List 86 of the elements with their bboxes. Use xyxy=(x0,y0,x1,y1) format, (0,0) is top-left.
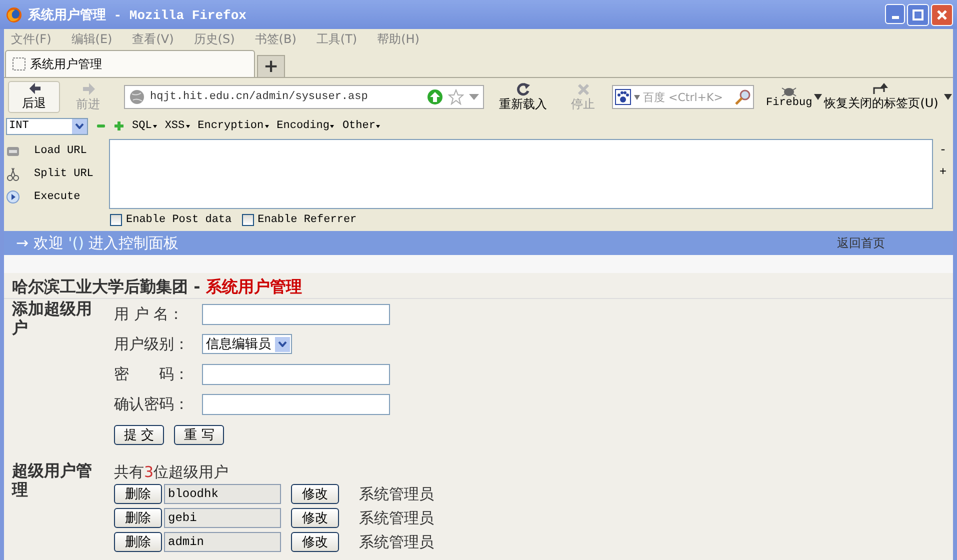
input-field[interactable] xyxy=(202,364,390,384)
dropdown-icon[interactable] xyxy=(814,94,822,100)
edit-button[interactable]: 修改 xyxy=(291,508,339,528)
menu-button[interactable]: Encoding xyxy=(276,120,334,132)
firebug-button[interactable]: Firebug xyxy=(766,85,812,109)
type-select[interactable]: INT xyxy=(6,118,88,134)
field-label: 用 户 名： xyxy=(114,304,185,324)
dropdown-icon xyxy=(634,94,640,100)
dropdown-icon xyxy=(186,124,190,128)
section-title: 添加超级用户 xyxy=(12,299,93,339)
chevron-down-icon xyxy=(278,341,287,347)
close-icon xyxy=(936,8,948,20)
search-icon xyxy=(735,89,751,105)
load-button[interactable]: Load URL xyxy=(34,145,87,157)
page-icon xyxy=(12,57,26,71)
firefox-logo-icon xyxy=(6,6,22,22)
globe-icon xyxy=(129,89,145,105)
go-arrow-icon xyxy=(427,89,443,105)
execute-button[interactable]: Execute xyxy=(34,191,80,203)
user-role: 系统管理员 xyxy=(359,484,434,504)
checkbox[interactable] xyxy=(242,214,254,226)
minimize-icon xyxy=(892,16,898,18)
field-label: 密 码： xyxy=(114,364,190,384)
maximize-button[interactable] xyxy=(907,4,929,26)
dropdown-icon xyxy=(469,93,479,101)
size-button[interactable]: + xyxy=(939,165,947,179)
user-role: 系统管理员 xyxy=(359,508,434,528)
input-field[interactable] xyxy=(202,304,390,324)
home-link[interactable]: 返回首页 xyxy=(837,234,885,252)
user-role: 系统管理员 xyxy=(359,532,434,552)
menu-button[interactable]: XSS xyxy=(164,120,190,132)
back-button[interactable]: 后退 xyxy=(8,81,60,113)
new-tab-button[interactable]: + xyxy=(257,55,285,77)
execute-icon xyxy=(6,190,20,204)
load-icon xyxy=(6,144,20,158)
maximize-icon xyxy=(912,8,924,20)
welcome-text: → 欢迎 '() 进入控制面板 xyxy=(16,234,179,252)
menu-button[interactable]: Other xyxy=(342,120,380,132)
bug-icon xyxy=(781,85,798,97)
close-button[interactable] xyxy=(931,4,953,26)
username-field[interactable]: bloodhk xyxy=(164,484,281,504)
paw-icon xyxy=(615,89,631,105)
back-icon xyxy=(26,82,42,95)
checkbox[interactable] xyxy=(110,214,122,226)
menu-button[interactable]: SQL xyxy=(132,120,157,132)
delete-button[interactable]: 删除 xyxy=(114,508,162,528)
menu-button[interactable]: Encryption xyxy=(198,120,269,132)
delete-button[interactable]: 删除 xyxy=(114,532,162,552)
user-count: 共有3位超级用户 xyxy=(114,463,230,482)
size-button[interactable]: - xyxy=(939,143,947,157)
level-select[interactable]: 信息编辑员 xyxy=(202,334,292,354)
address-bar[interactable]: hqjt.hit.edu.cn/admin/sysuser.asp xyxy=(124,85,484,109)
input-field[interactable] xyxy=(202,394,390,414)
star-icon xyxy=(448,89,464,105)
browser-tab[interactable]: 系统用户管理 xyxy=(5,50,255,77)
dropdown-icon[interactable] xyxy=(944,94,952,100)
field-label: 用户级别： xyxy=(114,334,190,354)
username-field[interactable]: gebi xyxy=(164,508,281,528)
dropdown-icon xyxy=(152,124,157,128)
window-title: 系统用户管理 - Mozilla Firefox xyxy=(28,6,248,24)
stop-icon xyxy=(576,82,590,96)
split-icon xyxy=(6,167,20,181)
reset-button[interactable]: 重 写 xyxy=(174,425,224,445)
submit-button[interactable]: 提 交 xyxy=(114,425,164,445)
forward-icon xyxy=(80,82,96,96)
edit-button[interactable]: 修改 xyxy=(291,532,339,552)
restore-tabs-button[interactable]: 恢复关闭的标签页(U) xyxy=(824,82,938,112)
section-title: 超级用户管理 xyxy=(12,461,93,501)
split-button[interactable]: Split URL xyxy=(34,168,94,180)
minimize-button[interactable] xyxy=(885,4,905,24)
reload-button[interactable]: 重新载入 xyxy=(486,81,560,113)
username-field[interactable]: admin xyxy=(164,532,281,552)
url-textarea[interactable] xyxy=(109,139,933,209)
checkbox-label: Enable Post data xyxy=(126,214,232,226)
checkbox-label: Enable Referrer xyxy=(258,214,357,226)
reload-icon xyxy=(516,82,530,96)
dropdown-icon xyxy=(376,124,380,128)
dropdown-icon xyxy=(330,124,334,128)
delete-button[interactable]: 删除 xyxy=(114,484,162,504)
edit-button[interactable]: 修改 xyxy=(291,484,339,504)
chevron-down-icon xyxy=(75,123,84,129)
plus-icon[interactable] xyxy=(114,121,124,131)
page-heading: 哈尔滨工业大学后勤集团 - 系统用户管理 xyxy=(4,273,953,299)
dropdown-icon xyxy=(264,124,269,128)
undo-arrow-icon xyxy=(872,82,890,95)
field-label: 确认密码： xyxy=(114,394,190,414)
